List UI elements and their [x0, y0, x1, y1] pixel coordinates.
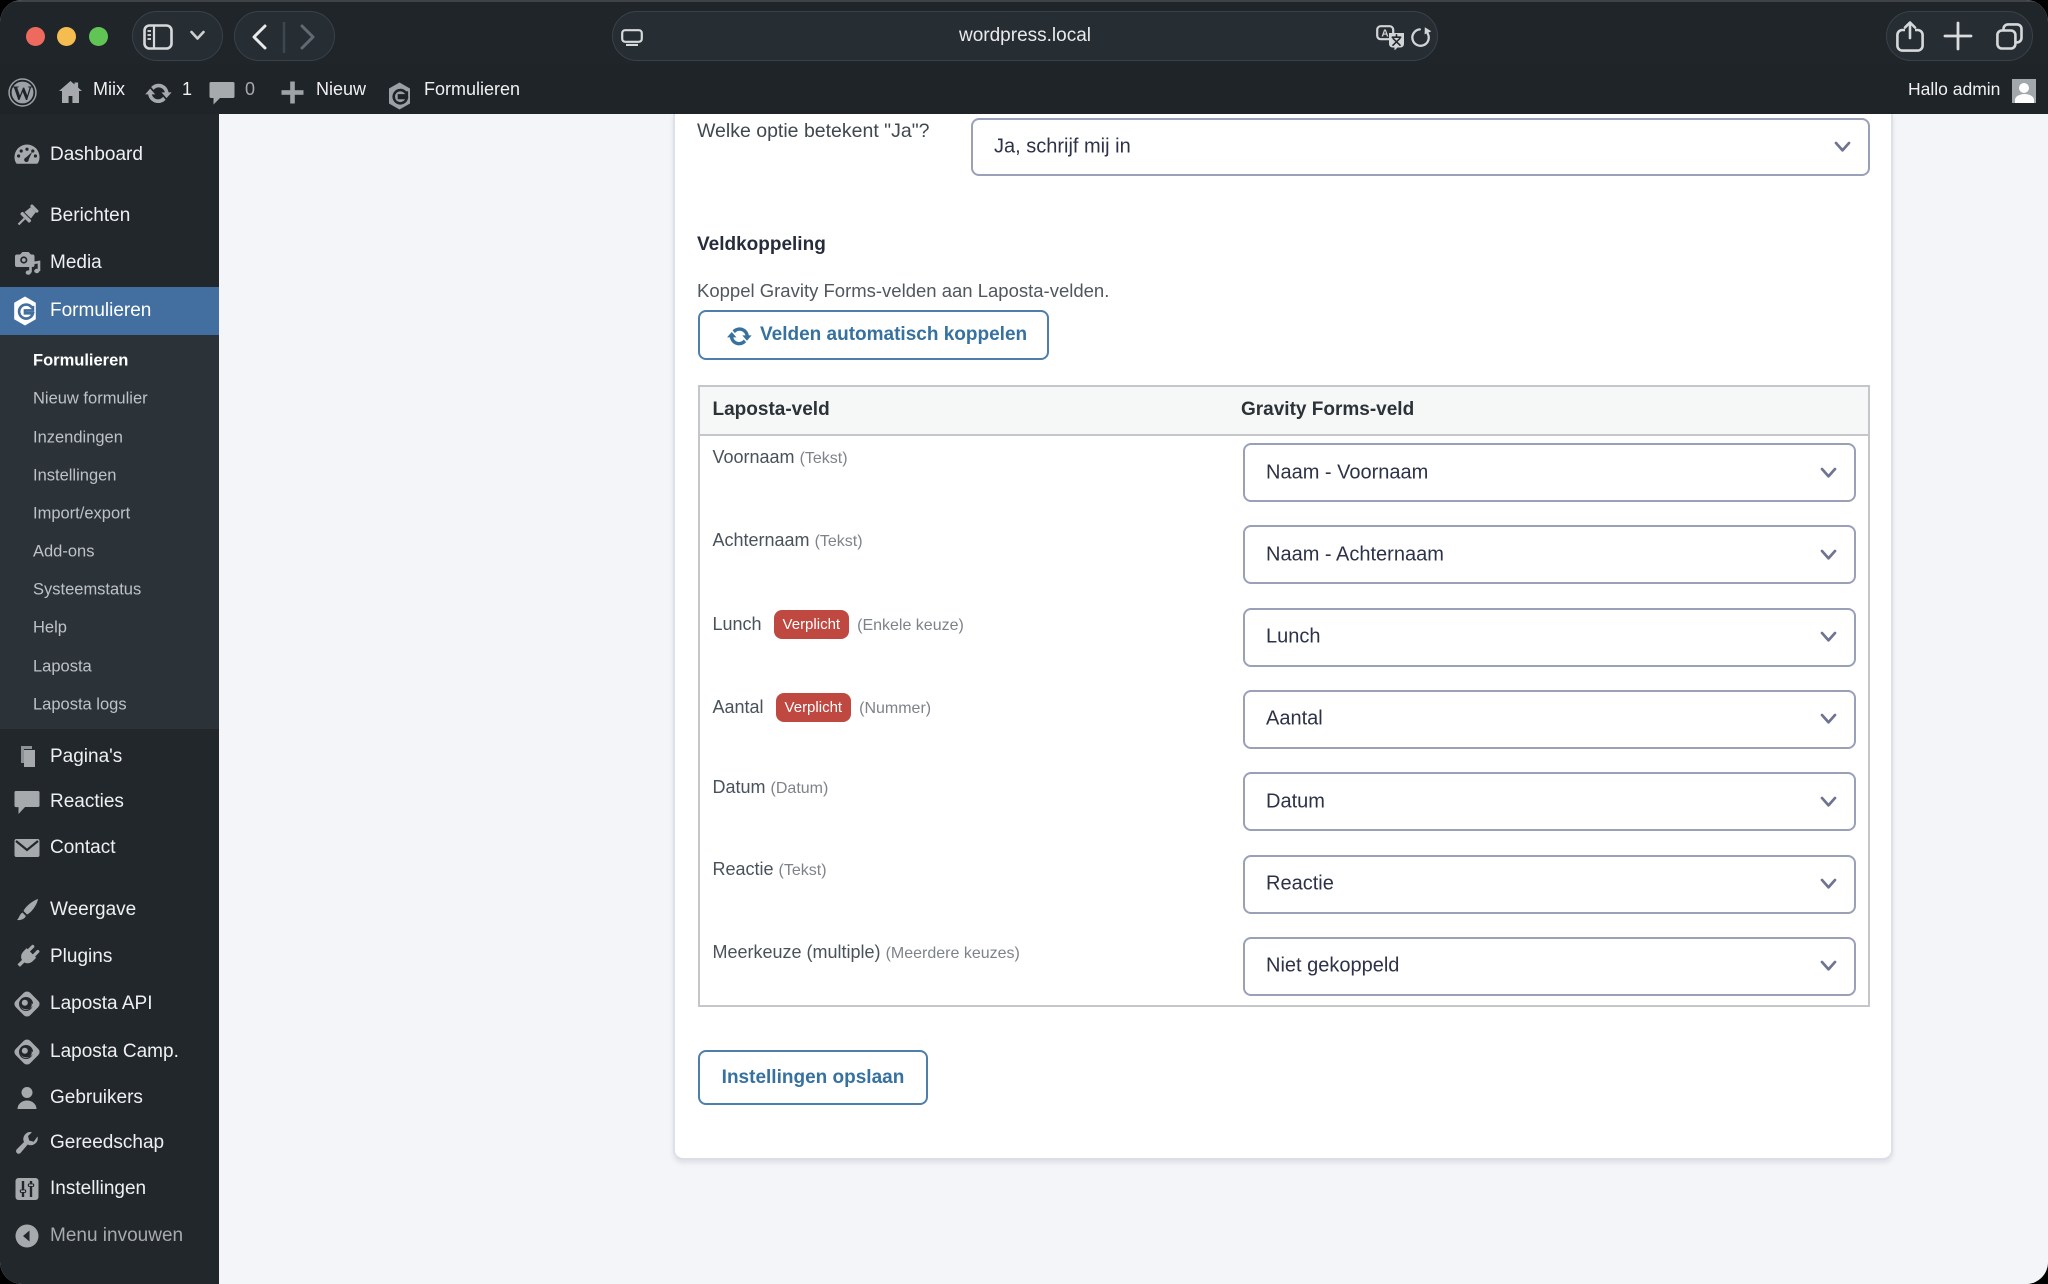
- svg-text:W: W: [13, 83, 33, 105]
- svg-text:A: A: [1381, 29, 1388, 40]
